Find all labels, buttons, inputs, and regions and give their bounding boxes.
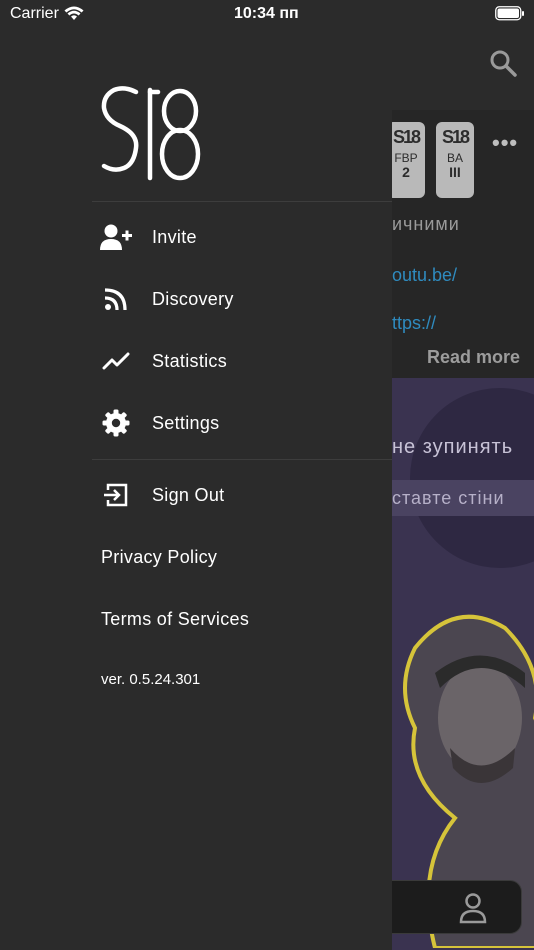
s18-logo xyxy=(101,86,201,181)
read-more-link[interactable]: Read more xyxy=(427,347,520,368)
navigation-drawer: Invite Discovery Statistics Settings Sig… xyxy=(0,0,392,950)
divider xyxy=(92,459,392,460)
profile-icon[interactable] xyxy=(458,892,488,924)
badge-logo: S18 xyxy=(441,127,470,147)
badge-label: BA xyxy=(446,150,463,165)
sign-out-icon xyxy=(100,479,132,511)
menu-item-statistics[interactable]: Statistics xyxy=(92,334,392,388)
menu-item-discovery[interactable]: Discovery xyxy=(92,272,392,326)
badge-logo: S18 xyxy=(392,127,421,147)
clock: 10:34 пп xyxy=(234,5,299,22)
add-user-icon xyxy=(100,221,132,253)
battery-icon xyxy=(495,6,524,21)
privacy-policy-link[interactable]: Privacy Policy xyxy=(101,547,217,568)
wifi-icon xyxy=(64,6,84,20)
trending-line-icon xyxy=(100,345,132,377)
menu-item-sign-out[interactable]: Sign Out xyxy=(92,468,392,522)
status-bar: Carrier 10:34 пп xyxy=(0,0,534,30)
menu-item-label: Invite xyxy=(152,226,197,247)
post-link[interactable]: ttps:// xyxy=(392,313,436,334)
badge-level: 2 xyxy=(402,163,410,180)
search-icon[interactable] xyxy=(488,48,518,78)
post-link[interactable]: outu.be/ xyxy=(392,265,457,286)
badge-fbp: S18 FBP 2 xyxy=(387,122,425,198)
carrier-label: Carrier xyxy=(10,5,59,22)
post-text: ичними xyxy=(392,214,460,234)
badge-level: III xyxy=(449,163,461,180)
more-options-icon[interactable]: ••• xyxy=(492,130,518,156)
menu-item-label: Settings xyxy=(152,412,220,433)
badge-label: FBP xyxy=(394,150,418,165)
banner-text: не зупинять xyxy=(392,436,514,458)
menu-item-invite[interactable]: Invite xyxy=(92,210,392,264)
menu-item-label: Discovery xyxy=(152,288,234,309)
app-version: ver. 0.5.24.301 xyxy=(101,671,201,688)
divider xyxy=(92,201,392,202)
rss-feed-icon xyxy=(100,283,132,315)
menu-item-label: Sign Out xyxy=(152,484,225,505)
decorative-circle xyxy=(410,388,534,568)
gear-icon xyxy=(100,407,132,439)
badge-ba: S18 BA III xyxy=(436,122,474,198)
menu-item-settings[interactable]: Settings xyxy=(92,396,392,450)
menu-item-label: Statistics xyxy=(152,350,228,371)
terms-of-services-link[interactable]: Terms of Services xyxy=(101,609,249,630)
banner-text: ставте стіни xyxy=(392,488,505,508)
